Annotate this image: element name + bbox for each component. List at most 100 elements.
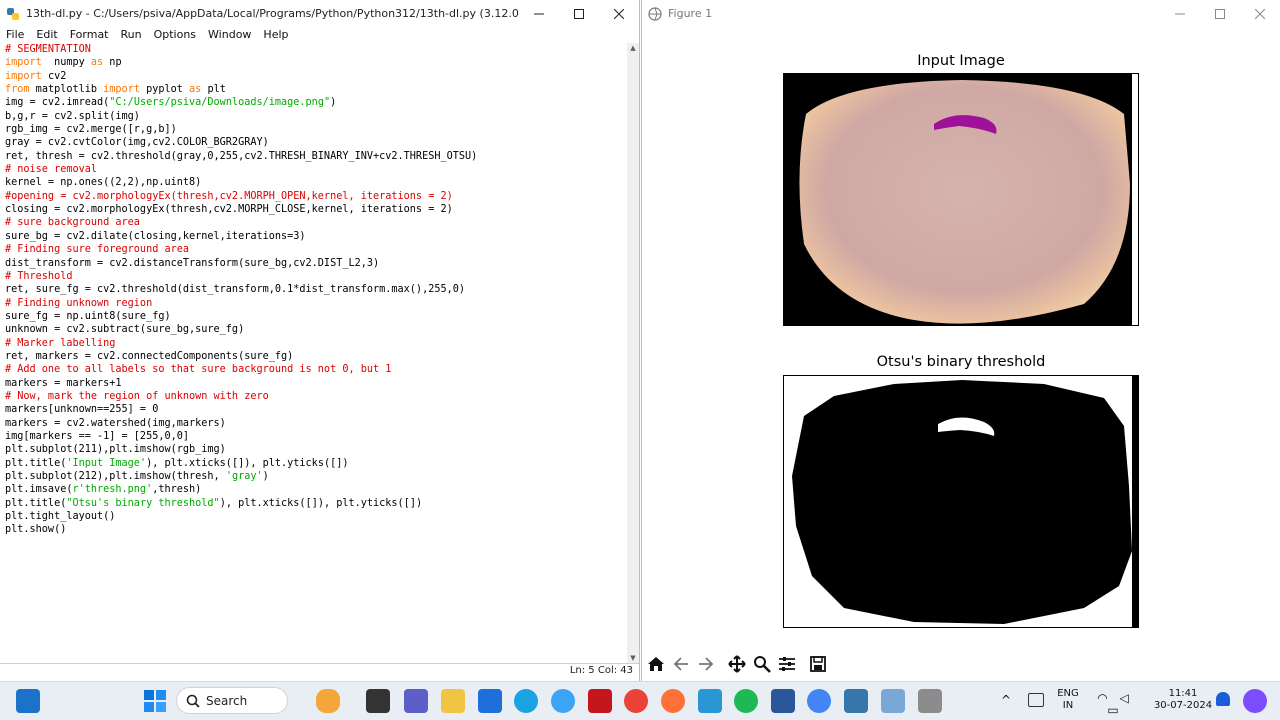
code-line: markers = markers+1 [5,377,627,390]
subplot-title-input-image: Input Image [917,53,1005,69]
code-token: plt.show() [5,524,67,536]
code-line: kernel = np.ones((2,2),np.uint8) [5,176,627,189]
code-line: # Now, mark the region of unknown with z… [5,390,627,403]
show-hidden-icons-chevron-icon[interactable]: ^ [1001,694,1011,706]
task-view-icon[interactable] [16,689,40,713]
wifi-volume-battery-icons[interactable]: ◠ ◁ ▭ [1090,692,1140,716]
chrome-icon[interactable] [624,689,648,713]
matplotlib-figure-taskbar-icon[interactable] [918,689,942,713]
figure-close-button[interactable] [1240,0,1280,27]
code-line: sure_fg = np.uint8(sure_fg) [5,310,627,323]
hp-app-icon[interactable] [698,689,722,713]
word-icon[interactable] [771,689,795,713]
code-token: "C:/Users/psiva/Downloads/image.png" [109,97,331,109]
home-icon[interactable] [645,653,667,675]
menu-options[interactable]: Options [148,27,202,42]
minimize-button[interactable] [519,0,559,27]
code-token: # Finding sure foreground area [5,244,190,256]
code-token: as [90,57,104,69]
threshold-image [784,376,1138,627]
python-idle-taskbar-icon[interactable] [844,689,868,713]
code-token: plt.subplot(211),plt.imshow(rgb_img) [5,444,226,456]
code-token: ret, thresh = cv2.threshold(gray,0,255,c… [5,150,478,162]
blood-cell-image [784,74,1138,325]
settings-app-icon[interactable] [551,689,575,713]
code-line: plt.title("Otsu's binary threshold"), pl… [5,497,627,510]
code-token: plt.tight_layout() [5,511,116,523]
code-token: # sure background area [5,217,140,229]
widgets-icon[interactable] [316,689,340,713]
code-token: pyplot [139,84,190,96]
configure-subplots-icon[interactable] [776,653,798,675]
code-line: # Add one to all labels so that sure bac… [5,363,627,376]
code-token: sure_bg = cv2.dilate(closing,kernel,iter… [5,230,306,242]
file-explorer-icon[interactable] [441,689,465,713]
menu-file[interactable]: File [0,27,30,42]
scroll-up-arrow-icon[interactable]: ▲ [627,43,639,53]
code-token: # SEGMENTATION [5,44,91,55]
menu-run[interactable]: Run [115,27,148,42]
code-line: dist_transform = cv2.distanceTransform(s… [5,257,627,270]
code-token: img[markers == -1] = [255,0,0] [5,430,190,442]
menu-window[interactable]: Window [202,27,257,42]
firefox-icon[interactable] [661,689,685,713]
language-indicator[interactable]: ENG IN [1054,688,1082,712]
windows-start-icon[interactable] [143,689,167,713]
copilot-icon[interactable] [1243,689,1267,713]
figure-minimize-button[interactable] [1160,0,1200,27]
figure-toolbar [642,650,1280,678]
code-token: closing = cv2.morphologyEx(thresh,cv2.MO… [5,204,453,216]
code-line: img = cv2.imread("C:/Users/psiva/Downloa… [5,96,627,109]
snipping-tool-icon[interactable] [881,689,905,713]
code-token: b,g,r = cv2.split(img) [5,110,140,122]
code-line: # sure background area [5,216,627,229]
spotify-icon[interactable] [734,689,758,713]
menu-help[interactable]: Help [257,27,294,42]
save-floppy-icon[interactable] [807,653,829,675]
editor-menubar: File Edit Format Run Options Window Help [0,27,295,42]
code-line: markers[unknown==255] = 0 [5,403,627,416]
terminal-app-icon[interactable] [366,689,390,713]
clock[interactable]: 11:41 30-07-2024 [1150,688,1216,712]
code-token: sure_fg = np.uint8(sure_fg) [5,310,171,322]
taskbar-search-box[interactable]: Search [176,687,288,714]
code-token: markers[unknown==255] = 0 [5,404,159,416]
teams-icon[interactable] [404,689,428,713]
editor-vertical-scrollbar[interactable]: ▲ ▼ [627,43,639,663]
chrome-profile-icon[interactable] [807,689,831,713]
microsoft-store-icon[interactable] [478,689,502,713]
code-token: from [5,84,30,96]
code-token: 'Input Image' [66,457,147,469]
forward-arrow-icon[interactable] [695,653,717,675]
zoom-magnifier-icon[interactable] [751,653,773,675]
code-editor-text-area[interactable]: # SEGMENTATION import numpy as np import c… [0,43,627,663]
code-line: plt.subplot(212),plt.imshow(thresh, 'gra… [5,470,627,483]
code-token: gray = cv2.cvtColor(img,cv2.COLOR_BGR2GR… [5,137,269,149]
edge-browser-icon[interactable] [514,689,538,713]
clock-time: 11:41 [1168,688,1198,699]
code-token: np [103,57,122,69]
code-token: # Marker labelling [5,337,116,349]
maximize-button[interactable] [559,0,599,27]
editor-titlebar: 13th-dl.py - C:/Users/psiva/AppData/Loca… [0,0,639,27]
code-token: rgb_img = cv2.merge([r,g,b]) [5,124,177,136]
back-arrow-icon[interactable] [670,653,692,675]
notification-bell-icon[interactable] [1216,692,1230,706]
network-printer-icon[interactable] [1028,693,1044,707]
menu-edit[interactable]: Edit [30,27,63,42]
figure-maximize-button[interactable] [1200,0,1240,27]
code-line: plt.show() [5,523,627,536]
code-line: from matplotlib import pyplot as plt [5,83,627,96]
scroll-down-arrow-icon[interactable]: ▼ [627,653,639,663]
mcafee-icon[interactable] [588,689,612,713]
code-token: # Finding unknown region [5,297,153,309]
code-line: # Marker labelling [5,337,627,350]
figure-window-title: Figure 1 [668,7,713,20]
code-token: # noise removal [5,164,98,176]
menu-format[interactable]: Format [64,27,115,42]
code-line: plt.title('Input Image'), plt.xticks([])… [5,457,627,470]
close-button[interactable] [599,0,639,27]
code-token: unknown = cv2.subtract(sure_bg,sure_fg) [5,324,245,336]
pan-move-icon[interactable] [726,653,748,675]
code-line: # noise removal [5,163,627,176]
